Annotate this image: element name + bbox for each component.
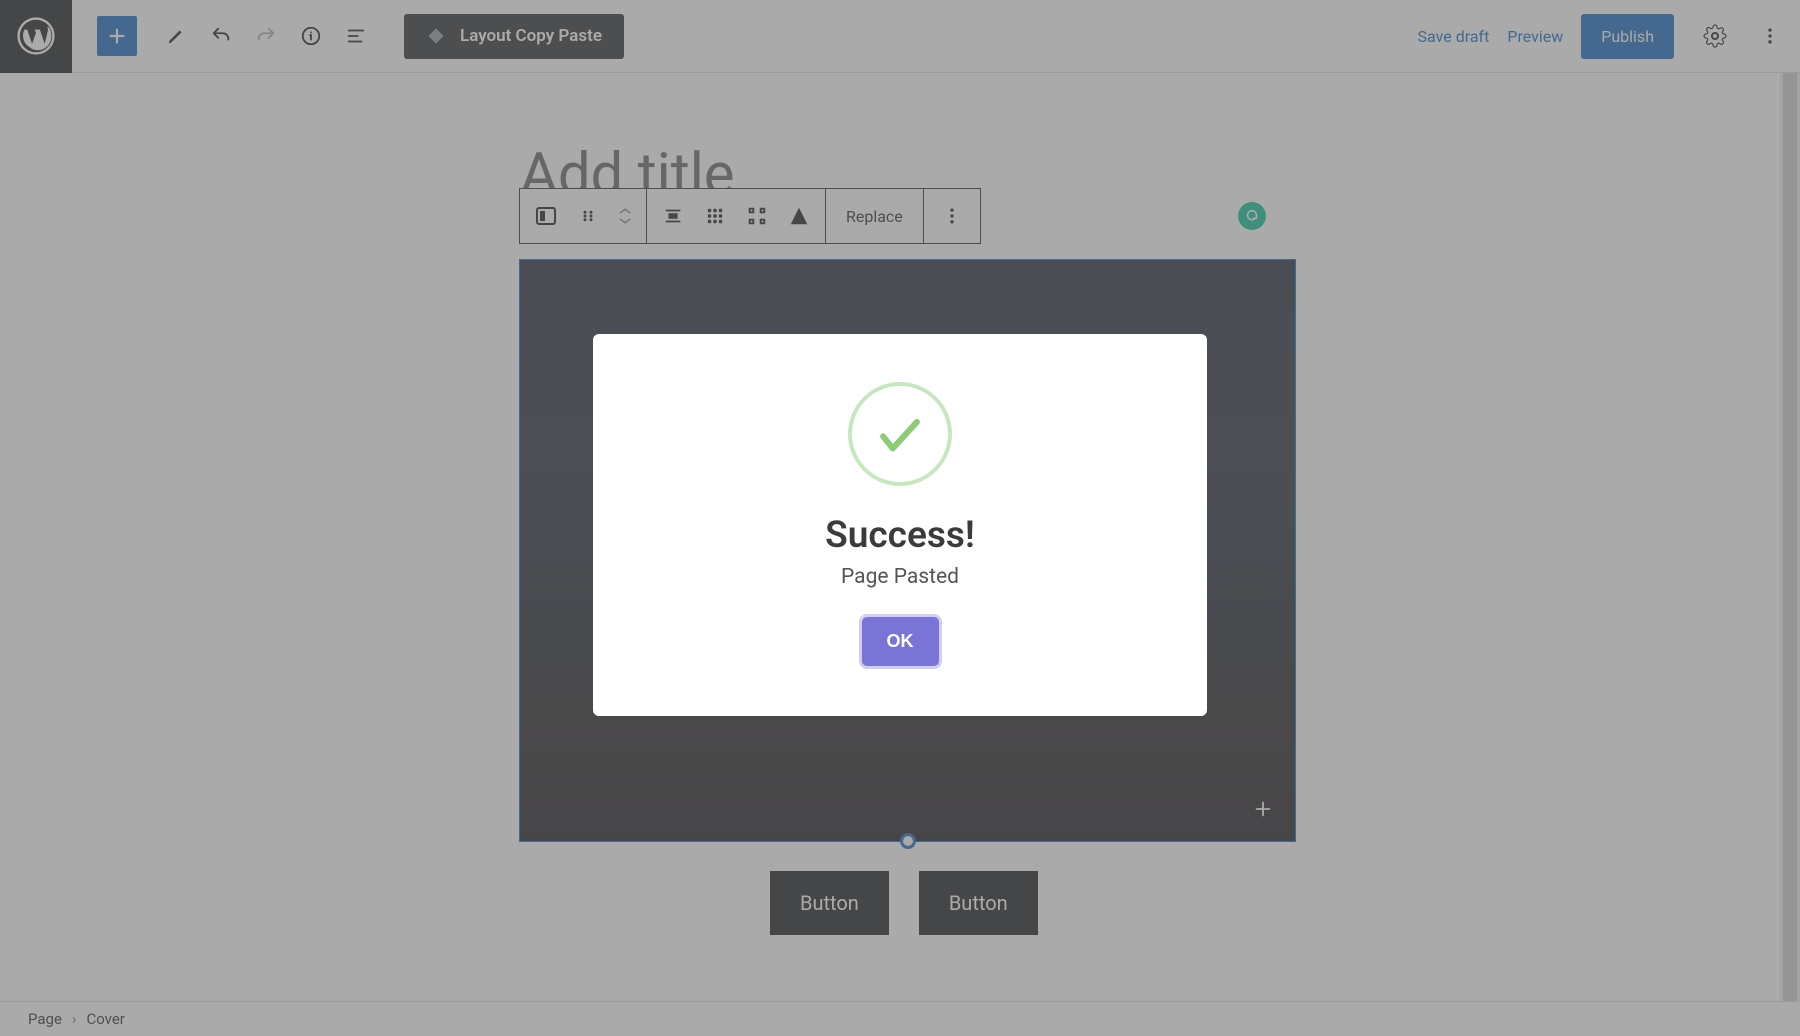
modal-title: Success! — [825, 514, 975, 557]
check-icon — [871, 405, 929, 463]
modal-overlay[interactable]: Success! Page Pasted OK — [0, 0, 1800, 1036]
modal-ok-button[interactable]: OK — [862, 617, 939, 666]
modal-message: Page Pasted — [841, 565, 959, 589]
success-check-circle — [848, 382, 952, 486]
success-modal: Success! Page Pasted OK — [593, 334, 1207, 716]
